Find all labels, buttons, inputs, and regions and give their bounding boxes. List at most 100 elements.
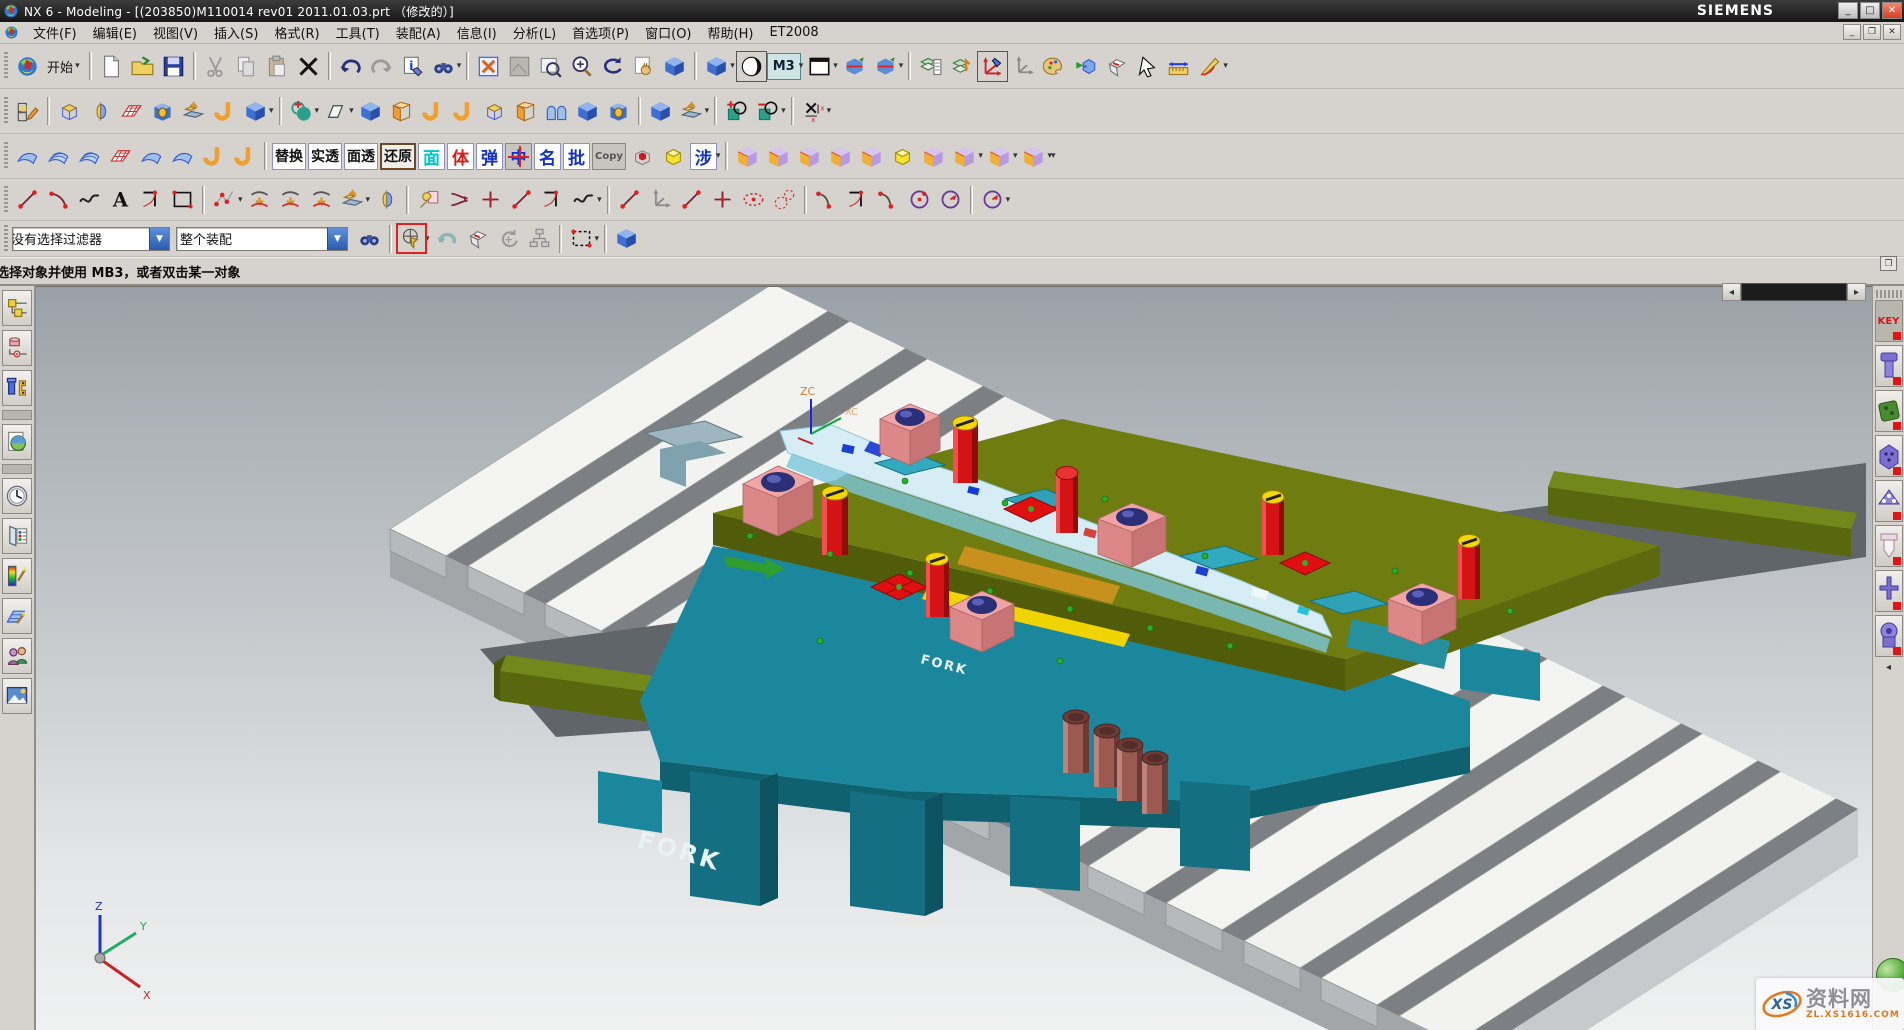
datum-csys-button[interactable] (355, 96, 386, 127)
chamfer-button[interactable] (645, 96, 676, 127)
rectangle-button[interactable] (167, 184, 198, 215)
elbow-part-button[interactable] (1875, 615, 1903, 657)
display-mode-button[interactable]: M3 (767, 53, 801, 80)
spring-text-button[interactable]: 弹 (476, 143, 503, 170)
add-component-button[interactable] (794, 141, 825, 172)
green-block-part-button[interactable] (1875, 390, 1903, 432)
edit-curve-parameters-button[interactable] (413, 184, 444, 215)
toolbar-grip[interactable] (4, 225, 8, 253)
snap-point-button[interactable] (396, 223, 427, 254)
scene-editor-tab[interactable] (2, 598, 32, 634)
corner-curve-button[interactable] (537, 184, 568, 215)
conic-button[interactable] (769, 184, 800, 215)
pan-view-button[interactable] (628, 51, 659, 82)
fillet-dashed-button[interactable] (842, 184, 873, 215)
palettes-tab[interactable] (2, 518, 32, 554)
mdi-restore-button[interactable]: ❐ (1863, 24, 1881, 40)
title-bar[interactable]: NX 6 - Modeling - [(203850)M110014 rev01… (0, 0, 1904, 22)
n-sided-surface-button[interactable] (167, 141, 198, 172)
sketch-csys-button[interactable] (645, 184, 676, 215)
solid-preview-button[interactable] (611, 223, 642, 254)
spline-button[interactable] (74, 184, 105, 215)
flange-button[interactable] (479, 96, 510, 127)
show-hide-button[interactable] (1101, 51, 1132, 82)
menu-window[interactable]: 窗口(O) (637, 21, 699, 44)
rotate-view-button[interactable] (597, 51, 628, 82)
restore-text-button[interactable]: 还原 (380, 143, 416, 170)
section-surface-button[interactable] (136, 141, 167, 172)
cut-button[interactable] (200, 51, 231, 82)
trim-curve-button[interactable] (444, 184, 475, 215)
move-component-button[interactable] (732, 141, 763, 172)
mini-scrollbar[interactable]: ◂ ▸ (1722, 283, 1866, 301)
arc-button[interactable] (43, 184, 74, 215)
line-button[interactable] (12, 184, 43, 215)
assembly-navigator-tab[interactable] (2, 290, 32, 326)
interference-text-button[interactable]: 涉 (690, 143, 717, 170)
zoom-inout-button[interactable] (566, 51, 597, 82)
toolbar-grip[interactable] (4, 142, 8, 170)
ruled-surface-button[interactable] (12, 141, 43, 172)
visualization-tab[interactable] (2, 558, 32, 594)
menu-file[interactable]: 文件(F) (25, 21, 85, 44)
mirror-assembly-button[interactable] (949, 141, 980, 172)
wrap-curve-button[interactable] (371, 184, 402, 215)
sheet-metal-bend2-button[interactable] (448, 96, 479, 127)
arc-by-center-button[interactable] (935, 184, 966, 215)
undo-selection-button[interactable] (431, 223, 462, 254)
through-curve-mesh-button[interactable] (74, 141, 105, 172)
replace-text-button[interactable]: 替换 (272, 143, 306, 170)
zoom-window-button[interactable] (535, 51, 566, 82)
component-hierarchy-button[interactable] (524, 223, 555, 254)
restore-view-icon[interactable]: ❐ (1880, 256, 1897, 271)
face-select-text-button[interactable]: 面 (418, 143, 445, 170)
menu-view[interactable]: 视图(V) (145, 21, 206, 44)
toolbar-grip[interactable] (4, 52, 8, 80)
save-button[interactable] (158, 51, 189, 82)
dropdown-arrow-icon[interactable]: ▼ (149, 228, 169, 250)
component-dimension-button[interactable] (1018, 141, 1049, 172)
datum-plane-button[interactable] (320, 96, 351, 127)
feature-dimension-button[interactable] (798, 96, 829, 127)
extension-surface-button[interactable] (229, 141, 260, 172)
scrollbar-thumb[interactable] (1741, 283, 1847, 301)
datum-point-button[interactable] (286, 96, 317, 127)
mdi-close-button[interactable]: ✕ (1883, 24, 1901, 40)
revolve-button[interactable] (85, 96, 116, 127)
sheet-metal-bend1-button[interactable] (417, 96, 448, 127)
copy-text-button[interactable]: Copy (592, 143, 626, 170)
measure-angle-button[interactable] (1194, 51, 1225, 82)
bridge-curve-button[interactable] (275, 184, 306, 215)
swept-surface-button[interactable] (105, 141, 136, 172)
red-solid-in-wireframe-button[interactable] (627, 141, 658, 172)
ellipse-button[interactable] (738, 184, 769, 215)
part-navigator-tab[interactable] (2, 370, 32, 406)
interpart-links-button[interactable] (354, 223, 385, 254)
layer-settings-button[interactable] (915, 51, 946, 82)
redo-button[interactable] (366, 51, 397, 82)
parallel-line-button[interactable] (676, 184, 707, 215)
clip-section-button[interactable] (839, 51, 870, 82)
tube-button[interactable] (541, 96, 572, 127)
menu-assembly[interactable]: 装配(A) (388, 21, 449, 44)
offset-curve-button[interactable] (244, 184, 275, 215)
history-tab[interactable] (2, 478, 32, 514)
pattern-component-button[interactable] (856, 141, 887, 172)
menu-tools[interactable]: 工具(T) (328, 21, 388, 44)
nx-start-icon[interactable] (12, 51, 43, 82)
constraint-navigator-tab[interactable] (2, 330, 32, 366)
internet-explorer-tab[interactable] (2, 424, 32, 460)
menu-et2008[interactable]: ET2008 (761, 23, 826, 42)
close-button[interactable]: ✕ (1882, 2, 1902, 19)
open-button[interactable] (127, 51, 158, 82)
name-text-button[interactable]: 名 (534, 143, 561, 170)
center-text-button[interactable]: 中 (505, 143, 532, 170)
toolbar-grip[interactable] (4, 186, 8, 214)
studio-spline-button[interactable] (811, 184, 842, 215)
selection-scope-combo[interactable]: 整个装配 ▼ (176, 227, 348, 251)
bend-button[interactable] (209, 96, 240, 127)
point-set-button[interactable] (209, 184, 240, 215)
cross-part-button[interactable] (1875, 570, 1903, 612)
derived-circle-button[interactable] (977, 184, 1008, 215)
sketch-line-button[interactable] (614, 184, 645, 215)
